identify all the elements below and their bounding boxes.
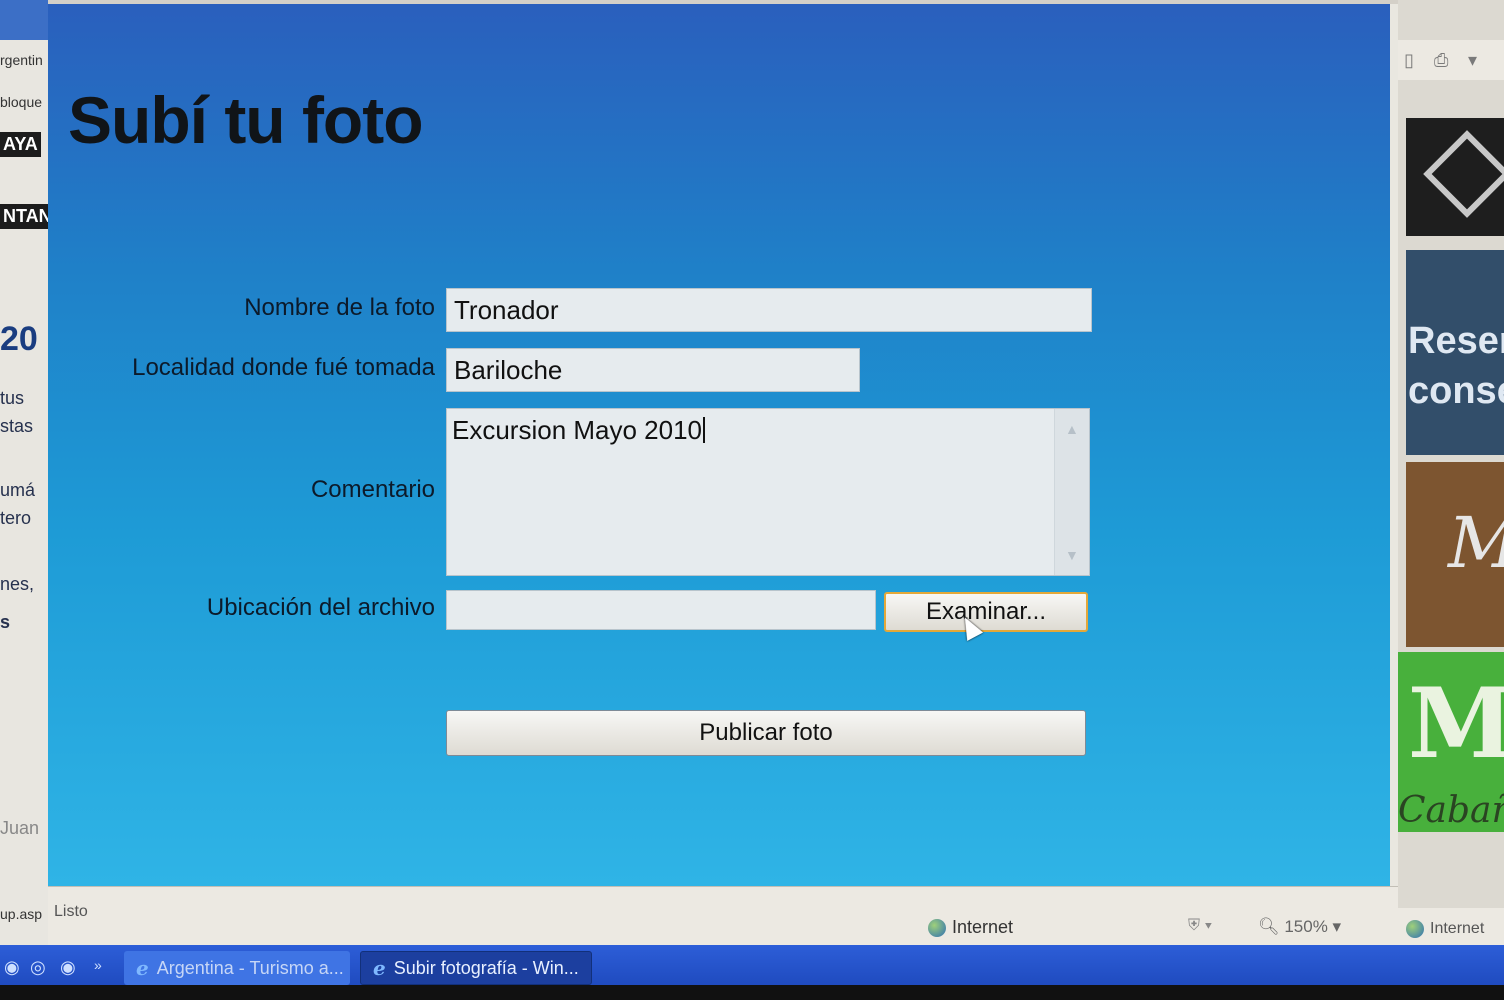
page-content: Subí tu foto Nombre de la foto Tronador …: [48, 4, 1390, 886]
text-caret: [703, 417, 706, 443]
comentario-text: Excursion Mayo 2010: [452, 415, 703, 445]
background-text: rgentin: [0, 52, 43, 68]
security-zone: Internet: [928, 917, 1013, 938]
taskbar-item-label: Argentina - Turismo a...: [156, 957, 344, 978]
background-window-right: ▯ ⎙ ▾ Reser conse M M Cabaña Internet: [1398, 0, 1504, 945]
background-text: up.asp: [0, 906, 43, 922]
globe-icon: [928, 918, 946, 937]
quicklaunch-desktop-icon[interactable]: ◉: [4, 957, 20, 978]
comentario-label: Comentario: [310, 476, 435, 503]
status-bar: Listo Internet ⛨ ▾ 🔍︎ 150% ▾: [48, 886, 1398, 946]
archivo-input[interactable]: [446, 590, 876, 630]
background-text: stas: [0, 416, 34, 436]
taskbar-item-label: Subir fotografía - Win...: [393, 957, 579, 978]
page-icon: ▯: [1404, 50, 1414, 70]
background-text: Cabaña: [1398, 790, 1504, 831]
background-zone-text: Internet: [1430, 920, 1485, 937]
archivo-label: Ubicación del archivo: [206, 594, 435, 621]
print-icon: ⎙: [1434, 50, 1449, 70]
reservation-ad: Reser conse: [1406, 250, 1504, 455]
wood-ad: M: [1406, 462, 1504, 647]
examinar-button[interactable]: Examinar...: [884, 592, 1088, 632]
quicklaunch-media-icon[interactable]: ◉: [60, 957, 76, 978]
zoom-icon: 🔍︎: [1258, 917, 1280, 936]
nombre-label: Nombre de la foto: [244, 294, 435, 321]
zoom-control[interactable]: 🔍︎ 150% ▾: [1258, 917, 1341, 937]
browser-window: Subí tu foto Nombre de la foto Tronador …: [48, 0, 1398, 946]
internet-explorer-icon: e: [373, 956, 386, 980]
background-text: M: [1448, 502, 1504, 584]
localidad-label: Localidad donde fué tomada: [132, 354, 435, 381]
background-text: Reser: [1408, 320, 1504, 362]
scroll-down-icon[interactable]: ▼: [1065, 547, 1079, 563]
monitor-bezel: [0, 985, 1504, 1000]
background-window-left: rgentin bloque AYA NTAN 20 tus stas umá …: [0, 0, 48, 945]
taskbar-item-subir-fotografia[interactable]: e Subir fotografía - Win...: [360, 951, 592, 985]
background-text: Juan: [0, 818, 40, 838]
renault-logo-ad: [1406, 118, 1504, 236]
globe-icon: [1406, 920, 1424, 938]
internet-explorer-icon: e: [136, 956, 149, 980]
background-text: bloque: [0, 94, 43, 110]
nombre-input[interactable]: Tronador: [446, 288, 1092, 332]
background-statusbar: Internet: [1398, 908, 1504, 945]
background-text: tus: [0, 388, 25, 408]
zone-text: Internet: [952, 917, 1014, 937]
diamond-logo-icon: [1423, 130, 1504, 218]
scroll-up-icon[interactable]: ▲: [1065, 421, 1079, 437]
background-titlebar: [0, 0, 48, 40]
cabanas-ad: M Cabaña: [1398, 652, 1504, 832]
background-text: M: [1408, 667, 1504, 780]
quicklaunch-browser-icon[interactable]: ◎: [30, 957, 46, 978]
background-text: umá: [0, 480, 36, 500]
background-text: conse: [1408, 370, 1504, 412]
quicklaunch-more-icon[interactable]: »: [94, 957, 102, 973]
publicar-button[interactable]: Publicar foto: [446, 710, 1086, 756]
background-text: AYA: [0, 132, 41, 157]
comentario-textarea[interactable]: Excursion Mayo 2010 ▲ ▼: [446, 408, 1090, 576]
chevron-down-icon: ▾: [1468, 50, 1478, 70]
background-text: NTAN: [0, 204, 48, 229]
background-text: s: [0, 612, 11, 632]
background-toolbar: ▯ ⎙ ▾: [1398, 40, 1504, 80]
localidad-input[interactable]: Bariloche: [446, 348, 860, 392]
protected-mode-icon[interactable]: ⛨ ▾: [1188, 917, 1212, 935]
page-title: Subí tu foto: [68, 83, 424, 157]
background-text: tero: [0, 508, 32, 528]
background-text: nes,: [0, 574, 35, 594]
textarea-scrollbar[interactable]: ▲ ▼: [1054, 409, 1089, 575]
zoom-level: 150%: [1284, 917, 1328, 936]
background-text: 20: [0, 320, 38, 358]
taskbar-item-argentina[interactable]: e Argentina - Turismo a...: [124, 951, 350, 985]
chevron-down-icon: ▾: [1332, 917, 1342, 936]
status-text: Listo: [54, 903, 88, 920]
